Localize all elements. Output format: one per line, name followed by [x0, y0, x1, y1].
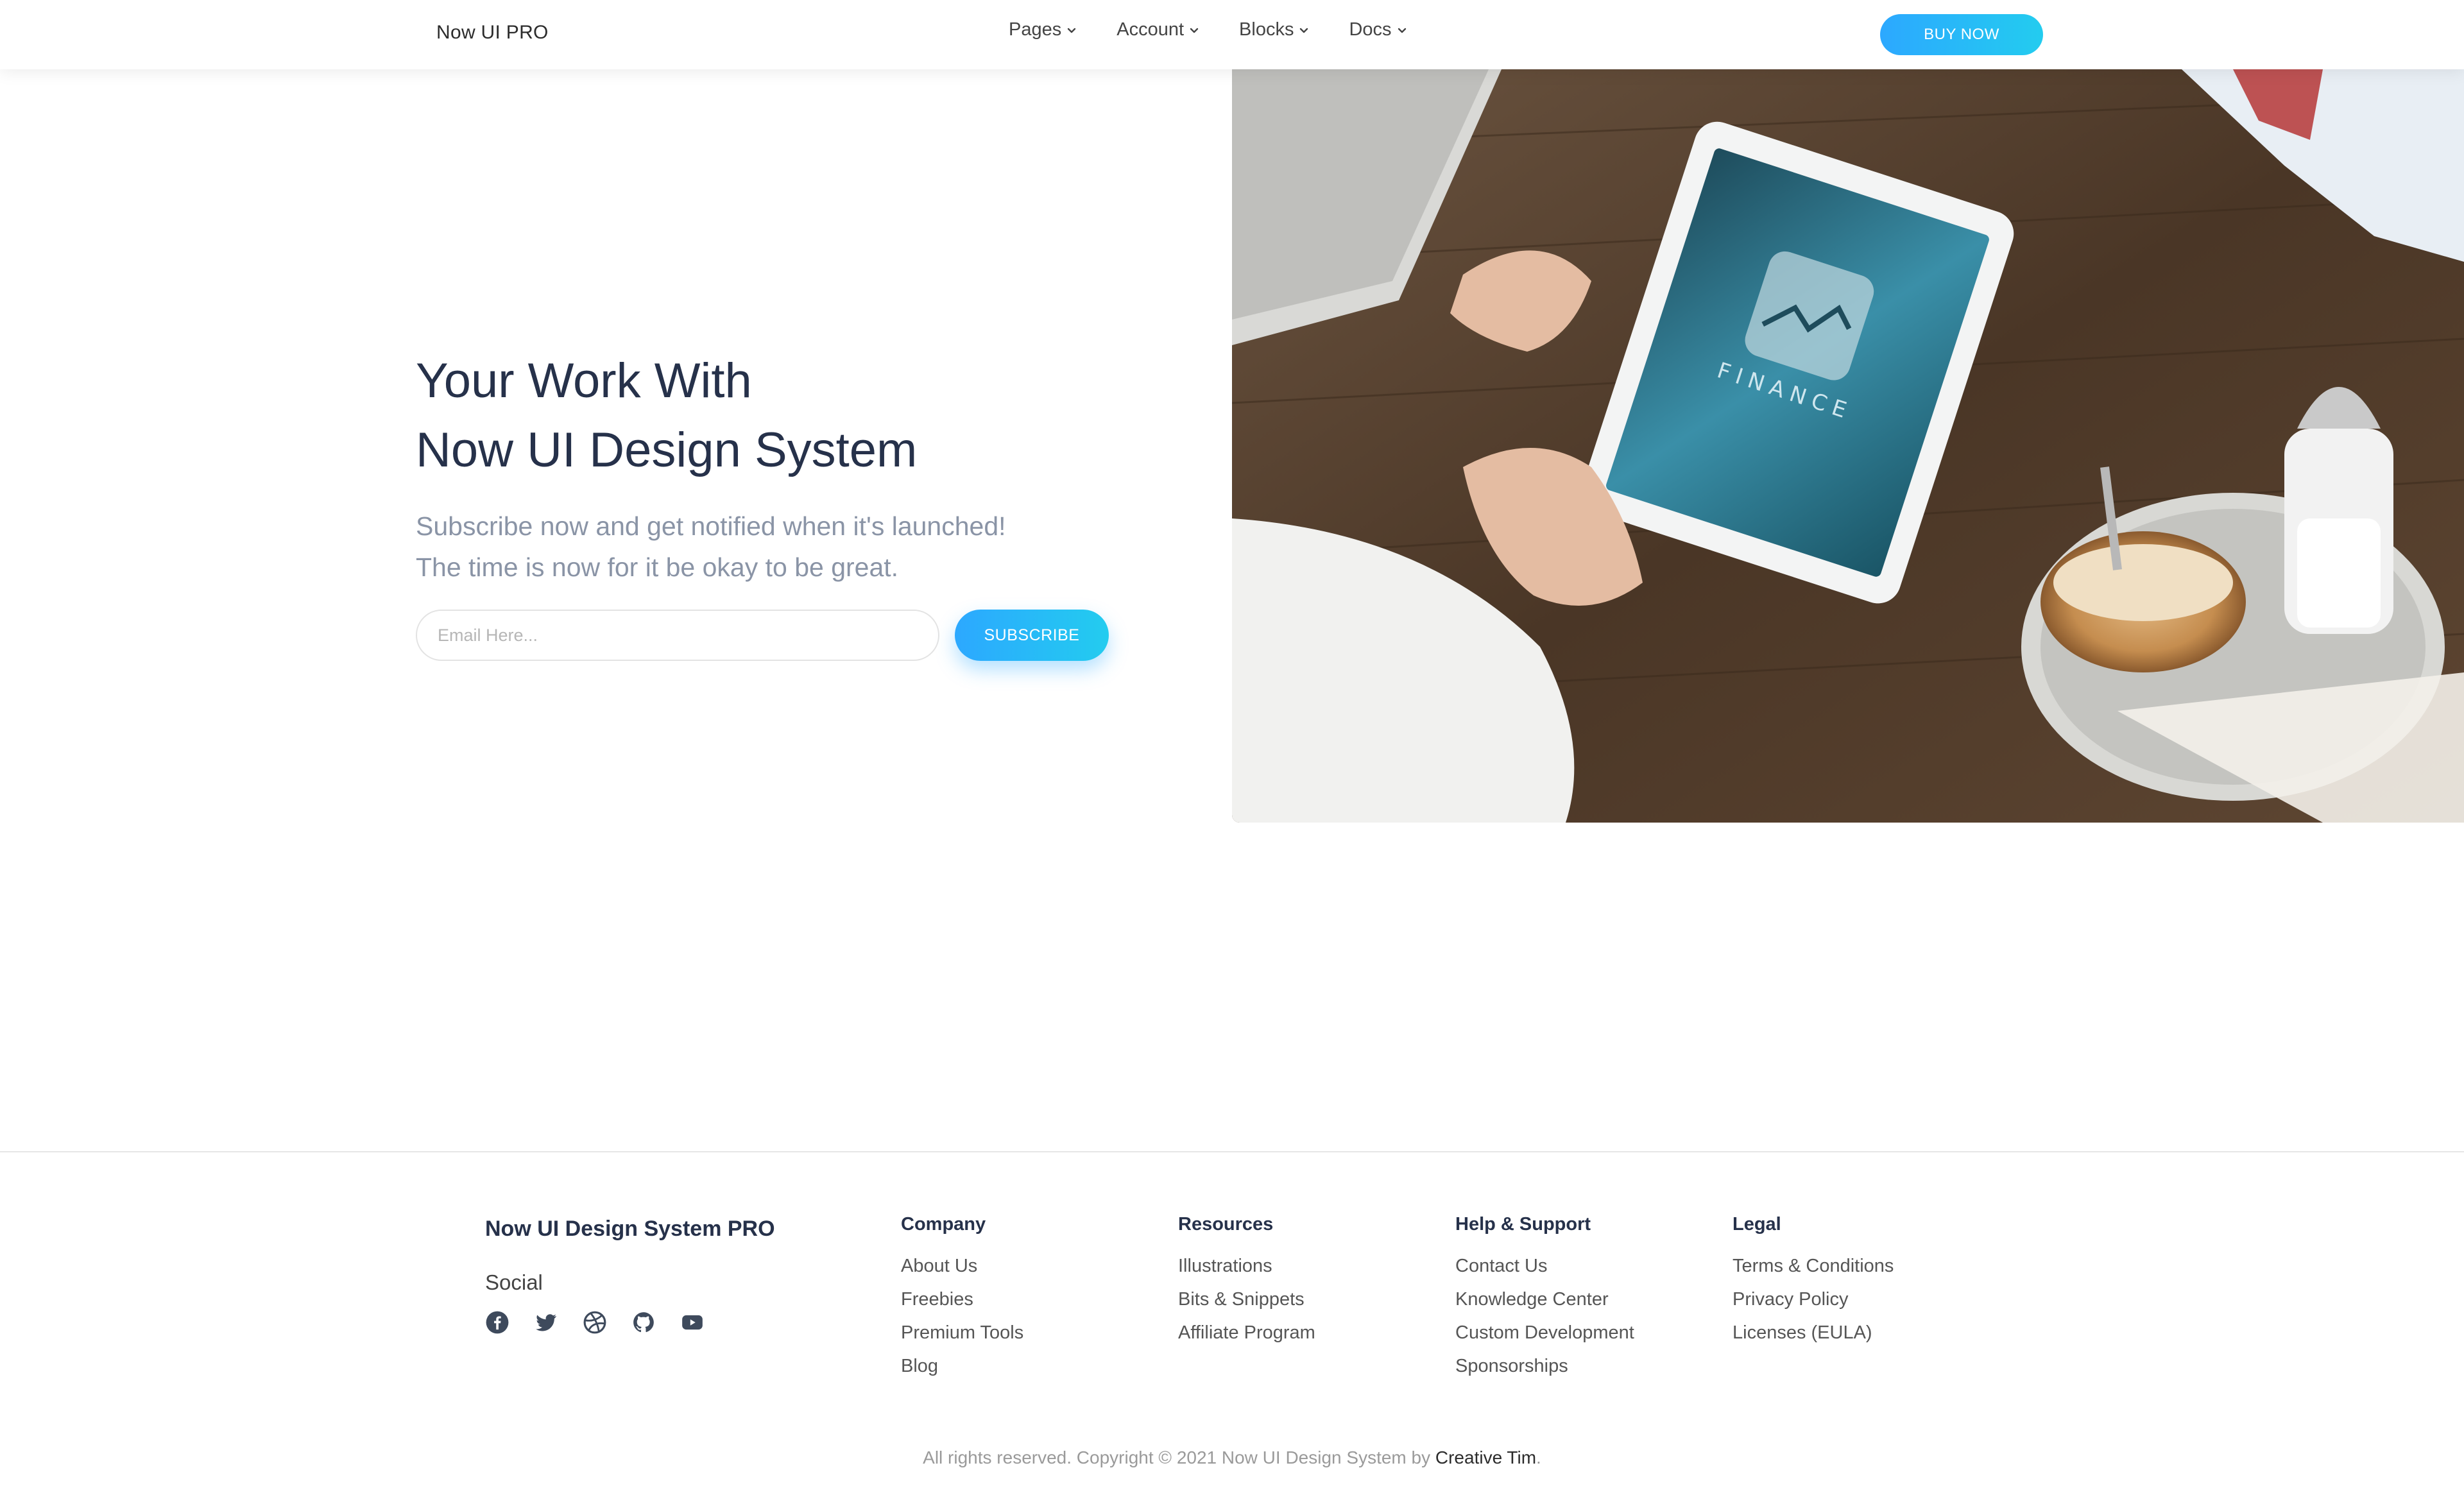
- dribbble-icon[interactable]: [583, 1310, 607, 1335]
- footer-column-help-support: Help & Support Contact Us Knowledge Cent…: [1455, 1214, 1634, 1383]
- copyright-text: All rights reserved. Copyright © 2021 No…: [923, 1448, 1435, 1467]
- nav-pages-dropdown[interactable]: Pages: [1009, 19, 1077, 40]
- footer-link-affiliate-program[interactable]: Affiliate Program: [1178, 1316, 1315, 1349]
- page: Now UI PRO Pages Account Blocks Docs BUY…: [0, 0, 2464, 1504]
- nav-pages-label: Pages: [1009, 19, 1062, 40]
- chevron-down-icon: [1300, 28, 1308, 33]
- footer-link-sponsorships[interactable]: Sponsorships: [1455, 1349, 1634, 1383]
- hero-subtitle-line-2: The time is now for it be okay to be gre…: [416, 552, 899, 582]
- footer-column-title: Resources: [1178, 1214, 1274, 1235]
- footer-column-resources: Resources Illustrations Bits & Snippets …: [1178, 1214, 1315, 1349]
- facebook-icon[interactable]: [485, 1310, 509, 1335]
- footer-link-premium-tools[interactable]: Premium Tools: [901, 1316, 1023, 1349]
- brand-link[interactable]: Now UI PRO: [436, 22, 549, 44]
- copyright: All rights reserved. Copyright © 2021 No…: [0, 1448, 2464, 1468]
- footer-brand: Now UI Design System PRO: [485, 1217, 775, 1241]
- chevron-down-icon: [1190, 28, 1199, 33]
- footer-link-illustrations[interactable]: Illustrations: [1178, 1249, 1315, 1283]
- footer-column-title: Legal: [1733, 1214, 1781, 1235]
- copyright-suffix: .: [1536, 1448, 1541, 1467]
- hero-title-line-2: Now UI Design System: [416, 423, 918, 477]
- footer-link-freebies[interactable]: Freebies: [901, 1283, 1023, 1316]
- footer-link-contact-us[interactable]: Contact Us: [1455, 1249, 1634, 1283]
- nav-docs-label: Docs: [1349, 19, 1392, 40]
- hero-subtitle: Subscribe now and get notified when it's…: [416, 506, 1122, 588]
- nav-blocks-dropdown[interactable]: Blocks: [1239, 19, 1309, 40]
- email-input[interactable]: [416, 610, 939, 661]
- hero-title: Your Work With Now UI Design System: [416, 346, 917, 485]
- footer-link-custom-development[interactable]: Custom Development: [1455, 1316, 1634, 1349]
- social-label: Social: [485, 1270, 543, 1294]
- buy-now-button[interactable]: BUY NOW: [1880, 14, 2043, 55]
- tablet-cafe-photo: FINANCE: [1232, 69, 2464, 823]
- nav-account-dropdown[interactable]: Account: [1116, 19, 1199, 40]
- footer-column-title: Help & Support: [1455, 1214, 1591, 1235]
- footer-column-legal: Legal Terms & Conditions Privacy Policy …: [1733, 1214, 1894, 1349]
- footer-link-about-us[interactable]: About Us: [901, 1249, 1023, 1283]
- navbar: Now UI PRO Pages Account Blocks Docs BUY…: [0, 0, 2464, 69]
- youtube-icon[interactable]: [680, 1310, 705, 1335]
- footer-link-blog[interactable]: Blog: [901, 1349, 1023, 1383]
- hero-title-line-1: Your Work With: [416, 354, 752, 408]
- subscribe-button[interactable]: SUBSCRIBE: [955, 610, 1109, 661]
- footer-link-knowledge-center[interactable]: Knowledge Center: [1455, 1283, 1634, 1316]
- footer-link-licenses[interactable]: Licenses (EULA): [1733, 1316, 1894, 1349]
- nav-links: Pages Account Blocks Docs: [1009, 19, 1407, 40]
- hero-image: FINANCE: [1232, 69, 2464, 823]
- footer: Now UI Design System PRO Social Company …: [0, 1151, 2464, 1504]
- nav-docs-dropdown[interactable]: Docs: [1349, 19, 1407, 40]
- footer-link-bits-snippets[interactable]: Bits & Snippets: [1178, 1283, 1315, 1316]
- nav-blocks-label: Blocks: [1239, 19, 1294, 40]
- social-icons: [485, 1310, 705, 1335]
- twitter-icon[interactable]: [534, 1310, 558, 1335]
- footer-column-company: Company About Us Freebies Premium Tools …: [901, 1214, 1023, 1383]
- chevron-down-icon: [1068, 28, 1076, 33]
- github-icon[interactable]: [631, 1310, 656, 1335]
- hero-subtitle-line-1: Subscribe now and get notified when it's…: [416, 511, 1006, 541]
- chevron-down-icon: [1398, 28, 1406, 33]
- footer-link-privacy-policy[interactable]: Privacy Policy: [1733, 1283, 1894, 1316]
- nav-account-label: Account: [1116, 19, 1185, 40]
- footer-link-terms[interactable]: Terms & Conditions: [1733, 1249, 1894, 1283]
- creative-tim-link[interactable]: Creative Tim: [1435, 1448, 1536, 1467]
- footer-column-title: Company: [901, 1214, 986, 1235]
